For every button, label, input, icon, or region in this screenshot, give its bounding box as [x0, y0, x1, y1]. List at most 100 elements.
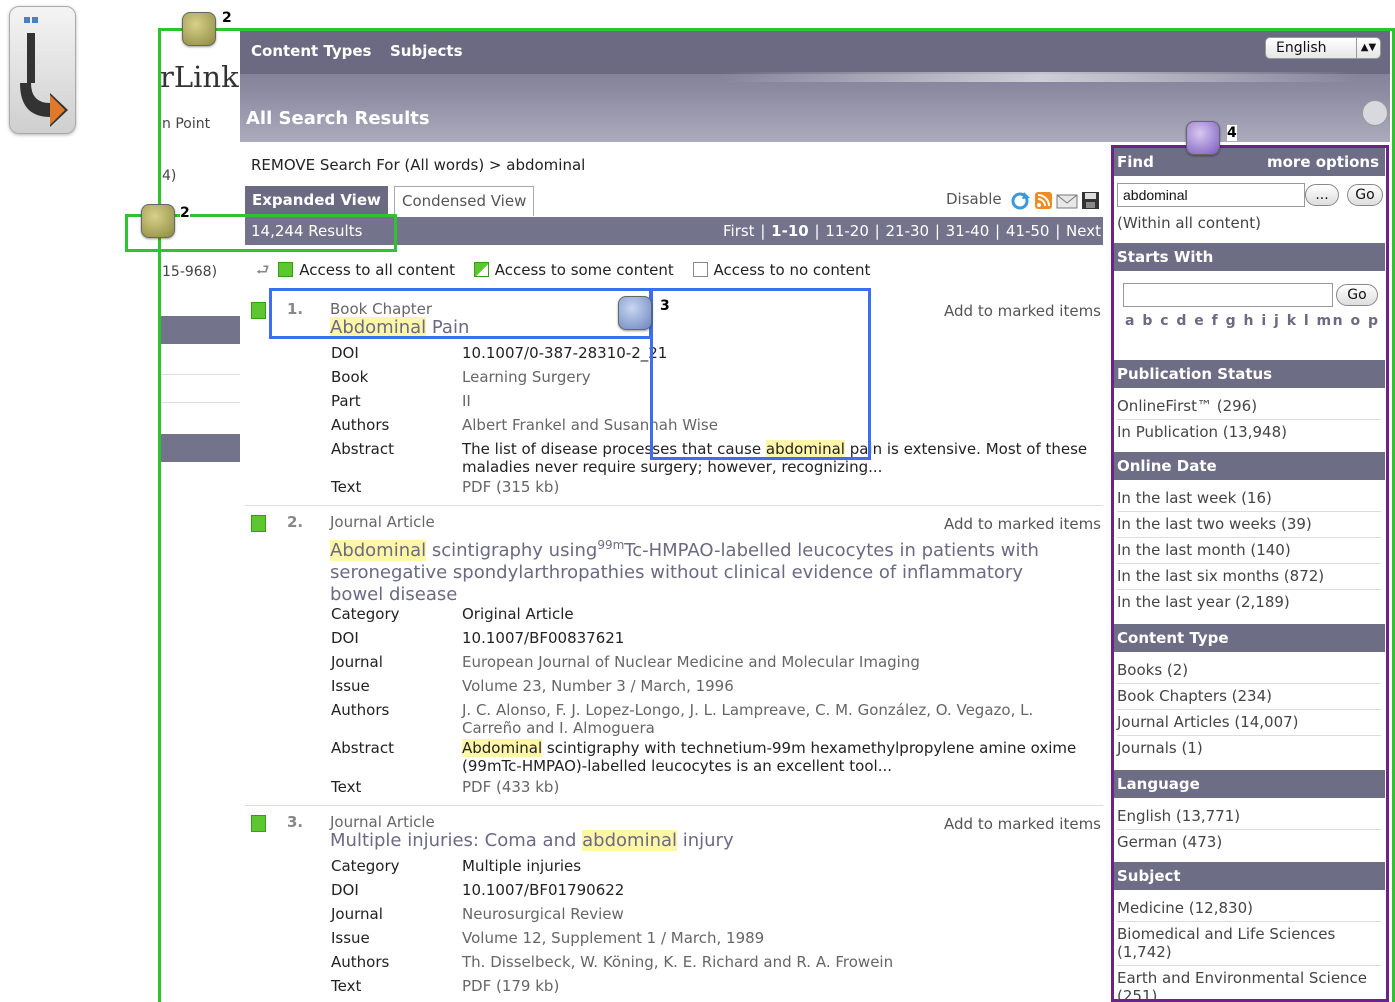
field-link[interactable]: II: [462, 392, 1092, 410]
app-launcher-icon[interactable]: [9, 6, 76, 134]
filter-earth-environmental[interactable]: Earth and Environmental Science (251): [1117, 969, 1381, 1002]
badge-number: 2: [180, 205, 190, 221]
access-all-label: Access to all content: [299, 261, 455, 279]
access-full-icon: [251, 815, 266, 832]
field-link[interactable]: Th. Disselbeck, W. Köning, K. E. Richard…: [462, 953, 1092, 971]
abstract-highlight: abdominal: [765, 440, 845, 458]
language-value: English: [1276, 40, 1327, 56]
page-link[interactable]: 41-50: [1006, 222, 1050, 240]
page-next[interactable]: Next: [1066, 222, 1101, 240]
field-value: Abdominal scintigraphy with technetium-9…: [462, 739, 1092, 775]
add-to-marked-link[interactable]: Add to marked items: [944, 515, 1101, 533]
title-sup: 99m: [597, 538, 625, 552]
filter-onlinefirst[interactable]: OnlineFirst™ (296): [1117, 397, 1381, 415]
pager-sep: |: [989, 222, 1006, 240]
disable-link[interactable]: Disable: [946, 190, 1002, 208]
filter-book-chapters[interactable]: Book Chapters (234): [1117, 687, 1381, 705]
field-link[interactable]: Volume 12, Supplement 1 / March, 1989: [462, 929, 1092, 947]
alphabet-links[interactable]: a b c d e f g h i j k l mn o p q: [1125, 313, 1385, 329]
divider: [1117, 965, 1381, 966]
title-highlight: Abdominal: [330, 317, 427, 338]
field-link[interactable]: Learning Surgery: [462, 368, 1092, 386]
document-stack-icon: [182, 12, 216, 46]
result-title[interactable]: Multiple injuries: Coma and abdominal in…: [330, 830, 1070, 852]
page-first[interactable]: First: [723, 222, 755, 240]
page-link[interactable]: 31-40: [946, 222, 990, 240]
filter-last-week[interactable]: In the last week (16): [1117, 489, 1381, 507]
find-input[interactable]: [1117, 183, 1305, 207]
pager-sep: |: [1049, 222, 1067, 240]
divider: [1117, 709, 1381, 710]
field-label: Issue: [331, 677, 370, 695]
field-value: The list of disease processes that cause…: [462, 440, 1092, 476]
document-stack-icon: [618, 296, 652, 330]
filter-medicine[interactable]: Medicine (12,830): [1117, 899, 1381, 917]
refresh-icon: [1011, 192, 1030, 210]
field-label: DOI: [331, 629, 359, 647]
filter-last-six-months[interactable]: In the last six months (872): [1117, 567, 1381, 585]
left-item[interactable]: 15-968): [162, 264, 217, 280]
pdf-link[interactable]: PDF (179 kb): [462, 977, 1092, 995]
abstract-highlight: Abdominal: [462, 739, 543, 757]
starts-with-header: Starts With: [1113, 243, 1385, 271]
result-number: 1.: [287, 300, 304, 318]
title-highlight: abdominal: [582, 830, 678, 851]
badge-number: 4: [1227, 125, 1237, 141]
tab-condensed-view[interactable]: Condensed View: [394, 186, 535, 216]
filter-last-month[interactable]: In the last month (140): [1117, 541, 1381, 559]
field-link[interactable]: J. C. Alonso, F. J. Lopez-Longo, J. L. L…: [462, 701, 1092, 737]
filter-biomedical[interactable]: Biomedical and Life Sciences (1,742): [1117, 925, 1381, 961]
results-bar: 14,244 Results First | 1-10 | 11-20 | 21…: [245, 217, 1103, 245]
pdf-link[interactable]: PDF (433 kb): [462, 778, 1092, 796]
subject-header: Subject: [1113, 862, 1385, 890]
printer-icon[interactable]: [1362, 100, 1388, 126]
starts-with-go-button[interactable]: Go: [1336, 284, 1378, 306]
page-link-current[interactable]: 1-10: [771, 222, 809, 240]
nav-content-types[interactable]: Content Types: [251, 42, 371, 60]
filter-journal-articles[interactable]: Journal Articles (14,007): [1117, 713, 1381, 731]
left-item[interactable]: n Point: [162, 116, 210, 132]
filter-in-publication[interactable]: In Publication (13,948): [1117, 423, 1381, 441]
page-link[interactable]: 21-30: [885, 222, 929, 240]
remove-link[interactable]: REMOVE: [251, 156, 315, 174]
find-go-button[interactable]: Go: [1347, 184, 1383, 206]
field-link[interactable]: Albert Frankel and Susannah Wise: [462, 416, 1092, 434]
nav-subjects[interactable]: Subjects: [390, 42, 463, 60]
filter-last-year[interactable]: In the last year (2,189): [1117, 593, 1381, 611]
result-title[interactable]: Abdominal Pain: [330, 317, 1070, 339]
field-label: DOI: [331, 344, 359, 362]
more-options-link[interactable]: more options: [1267, 153, 1379, 171]
pdf-link[interactable]: PDF (315 kb): [462, 478, 1092, 496]
left-item[interactable]: 4): [162, 168, 176, 184]
filter-german[interactable]: German (473): [1117, 833, 1381, 851]
filter-english[interactable]: English (13,771): [1117, 807, 1381, 825]
title-highlight: Abdominal: [330, 540, 427, 561]
language-select[interactable]: English ▲▼: [1265, 37, 1381, 59]
tab-expanded-view[interactable]: Expanded View: [245, 186, 388, 216]
page-link[interactable]: 11-20: [825, 222, 869, 240]
field-value: 10.1007/0-387-28310-2_21: [462, 344, 668, 362]
language-header: Language: [1113, 770, 1385, 798]
content-type-header: Content Type: [1113, 624, 1385, 652]
site-logo[interactable]: rLink: [160, 60, 239, 94]
field-value: Original Article: [462, 605, 574, 623]
access-some-label: Access to some content: [494, 261, 674, 279]
browse-button[interactable]: ...: [1305, 184, 1339, 206]
return-arrow-icon[interactable]: ⮐: [256, 261, 270, 279]
divider: [1117, 735, 1381, 736]
access-some-icon: [473, 262, 489, 277]
field-link[interactable]: Volume 23, Number 3 / March, 1996: [462, 677, 1092, 695]
result-title[interactable]: Abdominal scintigraphy using99mTc-HMPAO-…: [330, 534, 1070, 606]
filter-books[interactable]: Books (2): [1117, 661, 1381, 679]
starts-with-input[interactable]: [1123, 283, 1333, 307]
field-label: Text: [331, 778, 362, 796]
divider: [1117, 537, 1381, 538]
field-link[interactable]: European Journal of Nuclear Medicine and…: [462, 653, 1092, 671]
filter-journals[interactable]: Journals (1): [1117, 739, 1381, 757]
find-title: Find: [1117, 153, 1154, 171]
online-date-header: Online Date: [1113, 452, 1385, 480]
result-type: Journal Article: [330, 513, 435, 531]
field-link[interactable]: Neurosurgical Review: [462, 905, 1092, 923]
field-label: Authors: [331, 416, 390, 434]
filter-last-two-weeks[interactable]: In the last two weeks (39): [1117, 515, 1381, 533]
